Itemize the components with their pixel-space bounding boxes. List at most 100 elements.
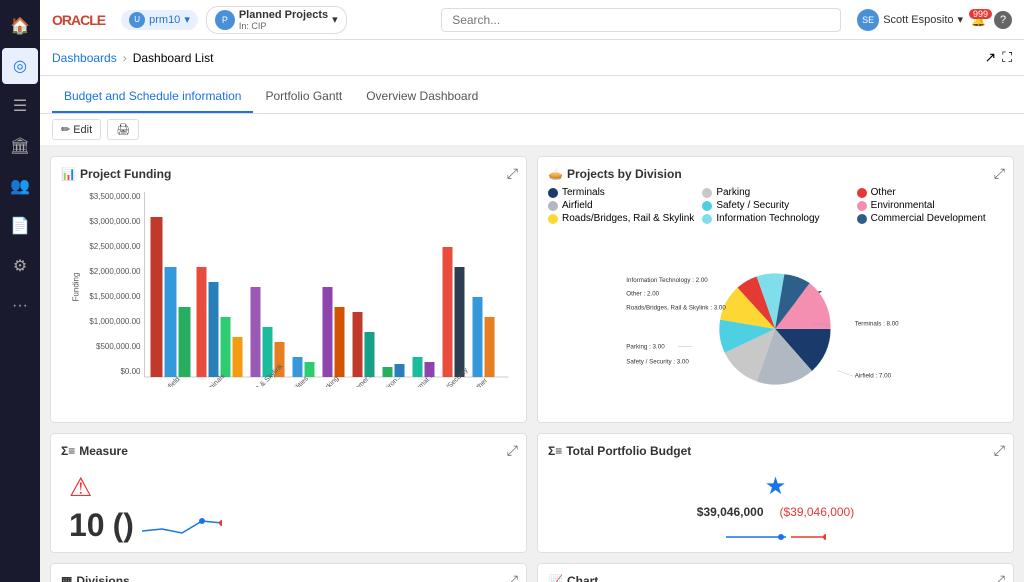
svg-text:$500,000.00: $500,000.00 [96, 342, 141, 351]
user-dropdown-icon: ▾ [958, 13, 964, 26]
tab-bar: Budget and Schedule information Portfoli… [40, 76, 1024, 114]
budget-sparkline [726, 527, 826, 547]
breadcrumb-current: Dashboard List [133, 51, 214, 65]
legend-parking: Parking [702, 187, 848, 198]
bar-chart-svg: $3,500,000.00 $3,000,000.00 $2,500,000.0… [61, 187, 516, 387]
dashboard: 📊 Project Funding ⤢ $3,500,000.00 $3,000… [40, 146, 1024, 582]
bar-chart-icon: 📊 [61, 167, 76, 181]
legend-environmental: Environmental [857, 200, 1003, 211]
svg-text:Information Technology : 2.00: Information Technology : 2.00 [627, 277, 709, 284]
measure-sparkline [142, 511, 222, 541]
svg-text:$2,000,000.00: $2,000,000.00 [89, 267, 141, 276]
chart-widget: 📈 Chart ⤢ [537, 563, 1014, 582]
project-funding-title: 📊 Project Funding [61, 167, 516, 181]
svg-text:$1,500,000.00: $1,500,000.00 [89, 292, 141, 301]
project-sub: In: CIP [239, 21, 328, 31]
measure-expand[interactable]: ⤢ [507, 442, 518, 459]
legend-roads-dot [548, 214, 558, 224]
sidebar-settings-icon[interactable]: ⚙ [2, 248, 38, 284]
legend-safety: Safety / Security [702, 200, 848, 211]
legend-commercial-dot [857, 214, 867, 224]
projects-by-division-expand[interactable]: ⤢ [994, 165, 1005, 182]
svg-text:Other: Other [472, 377, 490, 387]
user-name: Scott Esposito [883, 14, 953, 26]
fullscreen-icon[interactable]: ⛶ [1002, 49, 1012, 66]
share-icon[interactable]: ↗ [984, 49, 996, 66]
print-button[interactable]: 🖨 [107, 119, 139, 140]
tab-portfolio-gantt[interactable]: Portfolio Gantt [253, 81, 354, 113]
budget-values: $39,046,000 ($39,046,000) [556, 505, 995, 519]
sidebar-list-icon[interactable]: ☰ [2, 88, 38, 124]
project-pill[interactable]: P Planned Projects In: CIP ▾ [206, 6, 347, 34]
legend-other-dot [857, 188, 867, 198]
bar-chart-area: $3,500,000.00 $3,000,000.00 $2,500,000.0… [61, 187, 516, 387]
project-funding-widget: 📊 Project Funding ⤢ $3,500,000.00 $3,000… [50, 156, 527, 423]
breadcrumb-dashboards[interactable]: Dashboards [52, 51, 117, 65]
toolbar: ✏ Edit 🖨 [40, 114, 1024, 146]
legend-infotech-dot [702, 214, 712, 224]
pie-legend: Terminals Parking Other Airfield [548, 187, 1003, 224]
tab-overview-dashboard[interactable]: Overview Dashboard [354, 81, 490, 113]
legend-parking-dot [702, 188, 712, 198]
warning-triangle-icon: ⚠ [69, 472, 92, 503]
search-input[interactable] [441, 8, 841, 32]
chart-title: 📈 Chart [548, 574, 1003, 582]
sidebar-doc-icon[interactable]: 📄 [2, 208, 38, 244]
pie-area: Terminals Parking Other Airfield [548, 187, 1003, 412]
project-info: Planned Projects In: CIP [239, 9, 328, 31]
legend-terminals-dot [548, 188, 558, 198]
budget-amount: $39,046,000 [697, 505, 764, 519]
project-funding-expand[interactable]: ⤢ [507, 165, 518, 182]
breadcrumb-separator: › [123, 51, 127, 65]
chart-expand[interactable]: ⤢ [994, 572, 1005, 582]
sidebar: 🏠 ◎ ☰ 🏛 👥 📄 ⚙ ··· [0, 0, 40, 582]
legend-environmental-dot [857, 201, 867, 211]
project-name: Planned Projects [239, 9, 328, 21]
sidebar-dashboard-icon[interactable]: ◎ [2, 48, 38, 84]
sidebar-building-icon[interactable]: 🏛 [2, 128, 38, 164]
pencil-icon: ✏ [61, 123, 70, 136]
measure-title: Σ≡ Measure [61, 444, 516, 458]
pie-svg-area: Terminals : 8.00 Airfield : 7.00 Parking… [548, 232, 1003, 412]
budget-content: ★ $39,046,000 ($39,046,000) [548, 464, 1003, 558]
svg-text:$3,500,000.00: $3,500,000.00 [89, 192, 141, 201]
user-pill[interactable]: U prm10 ▾ [121, 10, 198, 30]
notification-bell[interactable]: 🔔 999 [971, 13, 986, 27]
legend-infotech: Information Technology [702, 213, 848, 224]
svg-text:Terminals : 8.00: Terminals : 8.00 [855, 320, 899, 327]
tab-budget-schedule[interactable]: Budget and Schedule information [52, 81, 253, 113]
legend-roads: Roads/Bridges, Rail & Skylink [548, 213, 694, 224]
search-bar [441, 8, 841, 32]
measure-widget: Σ≡ Measure ⤢ ⚠ 10 () [50, 433, 527, 553]
topbar: ORACLE U prm10 ▾ P Planned Projects In: … [40, 0, 1024, 40]
legend-terminals: Terminals [548, 187, 694, 198]
svg-text:Roads/Bridges, Rail & Skylink: Roads/Bridges, Rail & Skylink : 3.00 [627, 305, 727, 312]
svg-text:Parking : 3.00: Parking : 3.00 [627, 343, 666, 350]
sigma2-icon: Σ≡ [548, 444, 562, 458]
divisions-widget: ▦ Divisions ⤢ Terminals Airfield Commerc… [50, 563, 527, 582]
projects-by-division-title: 🥧 Projects by Division [548, 167, 1003, 181]
legend-airfield-dot [548, 201, 558, 211]
pie-chart-svg: Terminals : 8.00 Airfield : 7.00 Parking… [559, 232, 991, 412]
svg-text:Safety / Security : 3.00: Safety / Security : 3.00 [627, 359, 690, 366]
total-portfolio-budget-expand[interactable]: ⤢ [994, 442, 1005, 459]
divisions-expand[interactable]: ⤢ [507, 572, 518, 582]
project-chevron-icon: ▾ [332, 13, 338, 26]
print-icon: 🖨 [116, 123, 130, 136]
oracle-logo: ORACLE [52, 12, 105, 28]
sigma-icon: Σ≡ [61, 444, 75, 458]
user-pill-label: prm10 [149, 14, 180, 26]
help-icon[interactable]: ? [994, 11, 1012, 29]
sidebar-home-icon[interactable]: 🏠 [2, 8, 38, 44]
sidebar-people-icon[interactable]: 👥 [2, 168, 38, 204]
chart-icon: 📈 [548, 574, 563, 582]
project-avatar: P [215, 10, 235, 30]
svg-text:Funding: Funding [72, 273, 81, 302]
svg-text:$1,000,000.00: $1,000,000.00 [89, 317, 141, 326]
user-chevron-icon: ▾ [184, 13, 190, 26]
edit-button[interactable]: ✏ Edit [52, 119, 101, 140]
sidebar-more-icon[interactable]: ··· [2, 288, 38, 324]
svg-text:$2,500,000.00: $2,500,000.00 [89, 242, 141, 251]
svg-text:Airfield: Airfield [161, 376, 181, 387]
svg-text:Airfield : 7.00: Airfield : 7.00 [855, 372, 892, 379]
